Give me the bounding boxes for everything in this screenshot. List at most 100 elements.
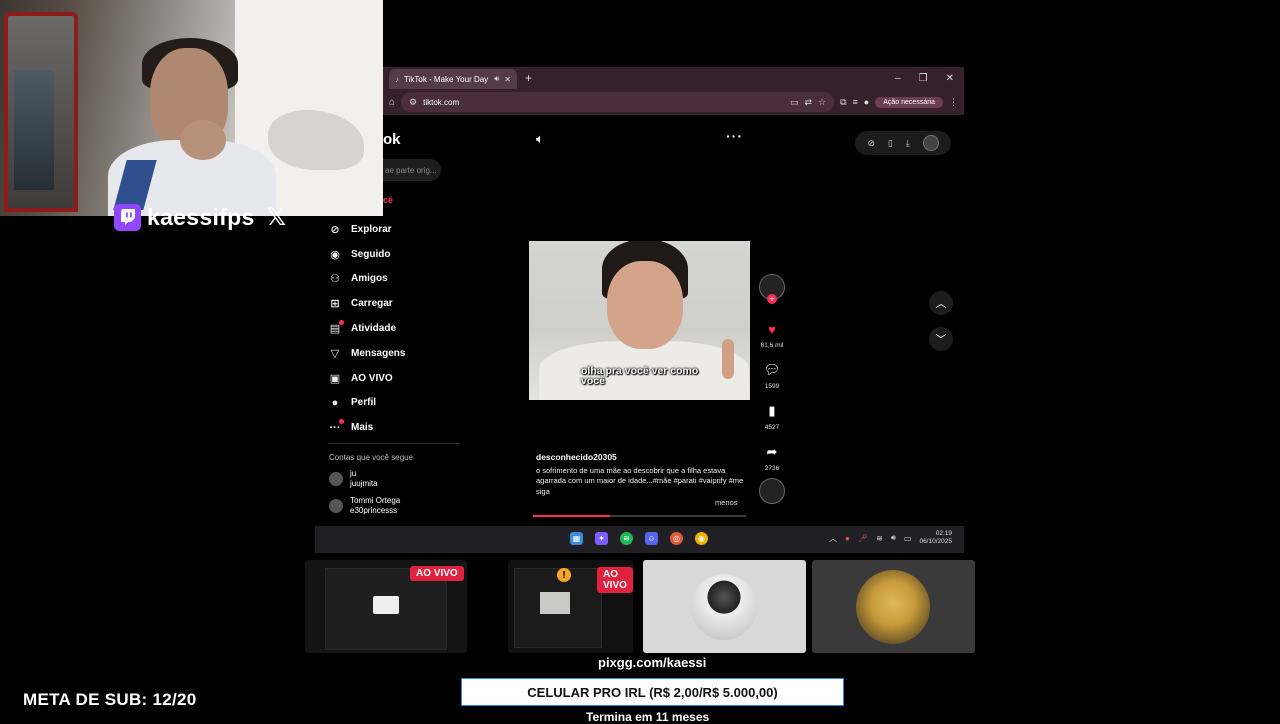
user-avatar[interactable]	[922, 135, 939, 151]
streamer-name: kaessifps	[147, 203, 255, 230]
sidebar-item-ao-vivo[interactable]: ▣ AO VIVO	[328, 366, 448, 391]
comment-button[interactable]: 💬︎	[759, 357, 785, 383]
tab-close-icon[interactable]: ✕	[504, 75, 511, 84]
previous-video-button[interactable]: ︿	[929, 291, 953, 315]
device-icon[interactable]: ▯	[888, 138, 893, 149]
maximize-icon[interactable]: ❐	[919, 73, 928, 84]
tray-app-icon[interactable]: ●	[845, 534, 850, 543]
address-bar[interactable]: ⚙ tiktok.com ▭ ⇄ ☆	[401, 92, 835, 112]
next-video-button[interactable]: ﹀	[929, 327, 953, 351]
top-right-tools: ⊘ ▯ ⤓	[855, 131, 951, 155]
discord-icon[interactable]: ☺	[645, 532, 658, 545]
avatar	[691, 574, 757, 640]
twitch-icon	[114, 203, 141, 231]
tab-tiktok[interactable]: ♪ TikTok - Make Your Day 🔊︎ ✕	[389, 69, 517, 89]
sidebar-item-label: Mais	[351, 422, 374, 434]
speaker-icon[interactable]: 🔊︎	[891, 533, 896, 543]
share-count: 2736	[764, 465, 780, 472]
spotify-icon[interactable]: ≋	[620, 532, 633, 545]
windows-start-icon[interactable]: ▦	[570, 532, 583, 545]
sidebar-item-seguido[interactable]: ◉ Seguido	[328, 242, 448, 267]
account-name: Tommi Ortega	[350, 496, 401, 505]
clock-date: 06/10/2025	[919, 538, 952, 545]
stream-thumbnail-4	[812, 560, 975, 653]
video-author[interactable]: desconhecido20305	[536, 452, 617, 462]
share-button[interactable]: ➦	[759, 439, 785, 465]
taskbar-clock[interactable]: 02:19 06/10/2025	[919, 530, 952, 546]
save-button[interactable]: ▮	[759, 398, 785, 424]
like-button[interactable]: ♥	[759, 316, 785, 342]
coins-icon[interactable]: ⊘	[867, 138, 875, 149]
donation-goal-label: CELULAR PRO IRL (R$ 2,00/R$ 5.000,00)	[527, 684, 778, 700]
system-tray: ︿ ● 🎤︎ ≋ 🔊︎ ▭ 02:19 06/10/2025	[829, 530, 952, 546]
video-progress-bar[interactable]	[533, 515, 746, 517]
more-options-icon[interactable]: ···	[726, 128, 743, 144]
sidebar-item-mensagens[interactable]: ▽ Mensagens	[328, 341, 448, 366]
sidebar-item-label: Mensagens	[351, 347, 406, 359]
new-tab-button[interactable]: +	[525, 71, 532, 85]
close-window-icon[interactable]: ✕	[946, 73, 954, 84]
sidebar-item-mais[interactable]: ··· Mais	[328, 415, 448, 440]
live-icon: ▣	[329, 372, 341, 385]
wifi-icon[interactable]: ≋	[876, 534, 883, 543]
video-progress-fill	[533, 515, 610, 517]
video-player[interactable]: olha pra você ver como você	[529, 241, 750, 400]
cast-icon[interactable]: ▭	[790, 97, 799, 108]
downloads-icon[interactable]: ≡	[853, 97, 858, 107]
creator-avatar[interactable]: +	[759, 274, 785, 304]
followed-account[interactable]: Tommi Ortega e30princesss	[329, 496, 400, 515]
extensions-icon[interactable]: ⧉	[840, 97, 846, 108]
sound-disc-icon[interactable]	[759, 478, 785, 504]
search-input[interactable]: ae parte orig...	[383, 159, 441, 181]
account-handle: e30princesss	[350, 505, 398, 515]
upload-icon: ⊞	[330, 298, 340, 311]
like-count: 61,6 mil	[760, 342, 784, 349]
tab-bar: ♪ TikTok - Make Your Day 🔊︎ ✕ + – ❐ ✕	[383, 67, 964, 89]
less-link[interactable]: menos	[715, 498, 738, 507]
minimize-icon[interactable]: –	[895, 73, 901, 84]
goal-time-remaining: Termina em 11 meses	[586, 710, 710, 724]
sidebar-item-amigos[interactable]: ⚇ Amigos	[328, 267, 448, 292]
bookmark-icon: ▮	[768, 403, 776, 418]
bookmark-star-icon[interactable]: ☆	[818, 97, 826, 108]
sidebar-item-label: Explorar	[351, 223, 392, 235]
sidebar-item-explorar[interactable]: ⊘ Explorar	[328, 217, 448, 242]
save-count: 4527	[764, 424, 780, 431]
chevron-up-icon: ︿	[935, 298, 947, 310]
browser-icon[interactable]: ◎	[670, 532, 683, 545]
window-controls: – ❐ ✕	[895, 73, 964, 84]
volume-icon[interactable]: 🔈︎	[536, 131, 544, 147]
battery-icon[interactable]: ▭	[904, 534, 912, 543]
copilot-icon[interactable]: ✦	[595, 532, 608, 545]
sidebar-item-label: Seguido	[351, 248, 391, 260]
sidebar-item-label: Amigos	[351, 273, 388, 285]
download-app-icon[interactable]: ⤓	[906, 138, 910, 149]
nav-for-you[interactable]: cê	[383, 195, 393, 205]
tab-audio-icon[interactable]: 🔊︎	[494, 74, 499, 84]
browser-menu-icon[interactable]: ⋮	[949, 97, 958, 108]
activity-icon: ▤	[328, 319, 344, 336]
action-needed-button[interactable]: Ação necessária	[875, 96, 943, 108]
clock-time: 02:19	[935, 530, 952, 537]
account-handle: juujmita	[350, 478, 378, 488]
site-info-icon[interactable]: ⚙	[409, 97, 417, 108]
tiktok-logo[interactable]: ok	[383, 131, 401, 148]
compass-icon: ⊘	[330, 223, 340, 236]
translate-icon[interactable]: ⇄	[804, 97, 812, 108]
sidebar-item-carregar[interactable]: ⊞ Carregar	[328, 291, 448, 316]
sub-goal: META DE SUB: 12/20	[23, 690, 197, 709]
friends-icon: ⚇	[330, 273, 340, 286]
tray-overflow-icon[interactable]: ︿	[829, 533, 837, 544]
live-badge: AO VIVO	[410, 566, 464, 581]
sidebar-item-label: Perfil	[351, 397, 377, 409]
followed-account[interactable]: ju juujmita	[329, 469, 378, 488]
donation-goal-box: CELULAR PRO IRL (R$ 2,00/R$ 5.000,00)	[461, 678, 844, 706]
microphone-icon[interactable]: 🎤︎	[858, 534, 868, 543]
chrome-icon[interactable]: ◉	[695, 532, 708, 545]
profile-avatar-icon[interactable]: ●	[864, 97, 869, 107]
profile-icon: ●	[331, 396, 339, 409]
sidebar-item-atividade[interactable]: ▤ Atividade	[328, 316, 448, 341]
follow-plus-icon[interactable]: +	[767, 294, 777, 304]
home-icon[interactable]: ⌂	[389, 97, 395, 108]
sidebar-item-perfil[interactable]: ● Perfil	[328, 391, 448, 416]
